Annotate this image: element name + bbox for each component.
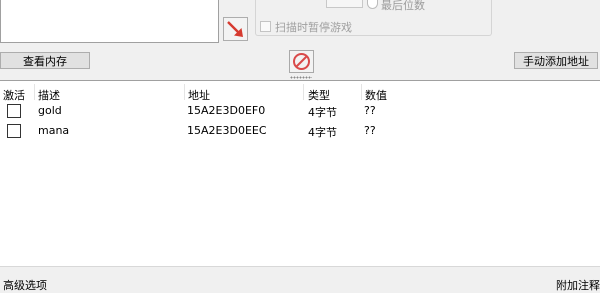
- address-cell: 15A2E3D0EEC: [187, 124, 267, 137]
- column-header-value[interactable]: 数值: [365, 87, 387, 103]
- column-divider[interactable]: [184, 84, 185, 100]
- clear-list-button[interactable]: [289, 50, 314, 73]
- column-divider[interactable]: [303, 84, 304, 100]
- type-cell: 4字节: [308, 126, 337, 139]
- table-row[interactable]: gold 15A2E3D0EF0 4字节 ??: [0, 102, 600, 122]
- splitter-handle[interactable]: [290, 76, 312, 79]
- stop-icon: [293, 53, 310, 70]
- active-checkbox[interactable]: [7, 124, 21, 138]
- active-checkbox[interactable]: [7, 104, 21, 118]
- value-cell: ??: [364, 124, 376, 137]
- last-digit-label: 最后位数: [381, 0, 425, 12]
- advanced-options-link[interactable]: 高级选项: [3, 277, 47, 293]
- view-memory-button[interactable]: 查看内存: [0, 52, 90, 69]
- description-cell: mana: [38, 124, 70, 137]
- column-divider[interactable]: [34, 84, 35, 100]
- scan-value-field[interactable]: [326, 0, 363, 8]
- manual-add-address-button[interactable]: 手动添加地址: [514, 52, 598, 69]
- pause-game-checkbox[interactable]: [260, 21, 271, 32]
- description-cell: gold: [38, 104, 62, 117]
- column-divider[interactable]: [361, 84, 362, 100]
- red-arrow-icon: [227, 21, 243, 37]
- pause-game-label: 扫描时暂停游戏: [275, 21, 352, 34]
- add-to-address-list-button[interactable]: [223, 17, 248, 41]
- column-header-active[interactable]: 激活: [3, 87, 25, 103]
- table-row[interactable]: mana 15A2E3D0EEC 4字节 ??: [0, 122, 600, 142]
- found-results-list[interactable]: [0, 0, 219, 43]
- status-bar: [0, 266, 600, 293]
- address-cell: 15A2E3D0EF0: [187, 104, 266, 117]
- table-extras-link[interactable]: 附加注释: [556, 277, 600, 293]
- value-cell: ??: [364, 104, 376, 117]
- type-cell: 4字节: [308, 106, 337, 119]
- address-table: 激活 描述 地址 类型 数值 gold 15A2E3D0EF0 4字节 ?? m…: [0, 80, 600, 266]
- column-header-address[interactable]: 地址: [188, 87, 210, 103]
- column-header-type[interactable]: 类型: [308, 87, 330, 103]
- column-header-description[interactable]: 描述: [38, 87, 60, 103]
